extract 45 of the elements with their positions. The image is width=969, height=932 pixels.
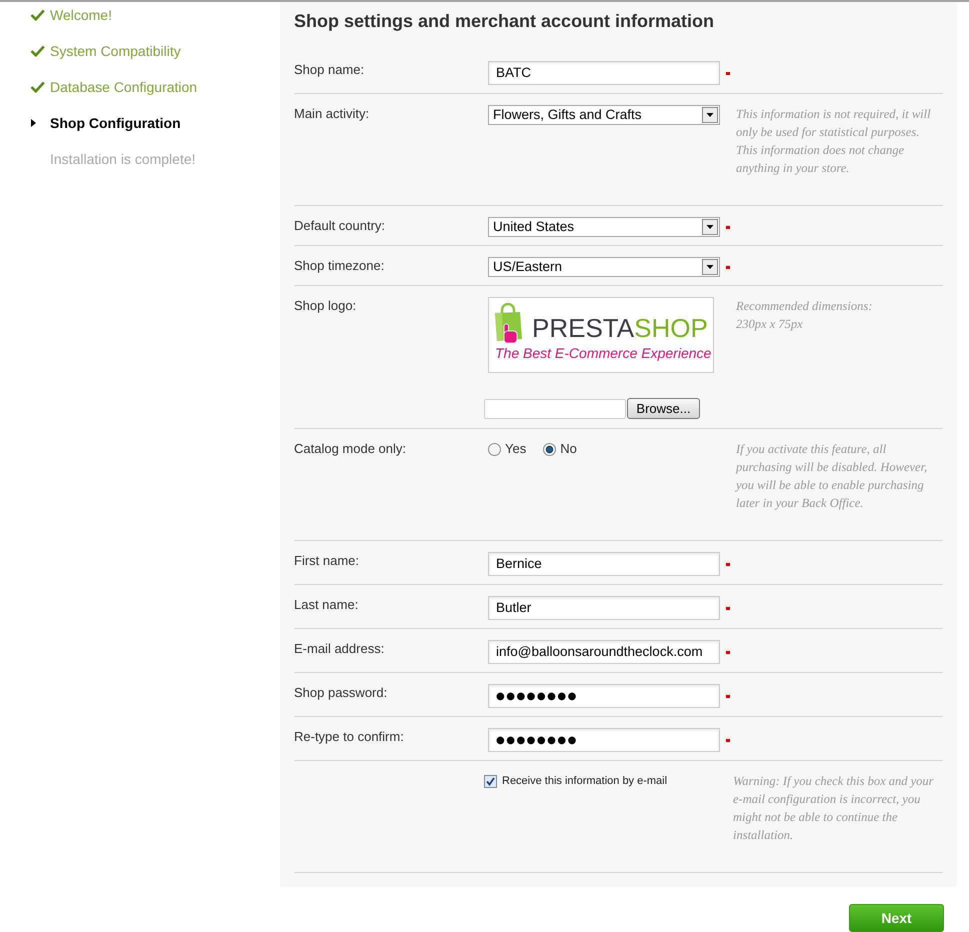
logo-tagline: The Best E-Commerce Experience: [495, 344, 712, 362]
browse-button[interactable]: Browse...: [627, 398, 700, 419]
field-label: Shop password:: [294, 684, 388, 702]
checkbox[interactable]: [484, 774, 497, 788]
logo-wordmark: PRESTASHOP: [532, 313, 708, 343]
step-label: Database Configuration: [50, 79, 198, 95]
text-field[interactable]: BATC: [488, 61, 720, 85]
dropdown-select[interactable]: US/Eastern: [488, 257, 720, 277]
radio-button[interactable]: [488, 442, 501, 456]
check-icon: [30, 45, 45, 57]
step-label: Shop Configuration: [50, 115, 181, 131]
radio-label[interactable]: No: [560, 440, 577, 458]
field-label: Catalog mode only:: [294, 440, 408, 458]
dropdown-select[interactable]: Flowers, Gifts and Crafts: [488, 105, 720, 125]
field-label: Re-type to confirm:: [294, 728, 405, 746]
text-field[interactable]: Butler: [488, 596, 720, 620]
text-field[interactable]: info@balloonsaroundtheclock.com: [488, 640, 720, 664]
field-label: Default country:: [294, 217, 386, 235]
check-icon: [30, 81, 45, 93]
checkbox-label[interactable]: Receive this information by e-mail: [502, 774, 668, 788]
field-label: Shop logo:: [294, 297, 358, 315]
shopping-bag-icon: [493, 303, 523, 344]
step-label: Installation is complete!: [50, 151, 196, 167]
help-note: If you activate this feature, all purchasing will be disabled. However, you will be able to enable purchasing later in your Back Office.: [736, 441, 928, 512]
radio-label[interactable]: Yes: [505, 440, 526, 458]
dropdown-select[interactable]: United States: [488, 217, 720, 237]
password-field[interactable]: ●●●●●●●●: [488, 684, 720, 708]
step-label: Welcome!: [50, 7, 112, 23]
caret-icon: [31, 119, 36, 127]
field-label: Last name:: [294, 596, 360, 614]
step-label: System Compatibility: [50, 43, 181, 59]
page-title: Shop settings and merchant account information: [294, 10, 716, 32]
help-note: Recommended dimensions: 230px x 75px: [736, 298, 874, 333]
help-note: Warning: If you check this box and your e-mail configuration is incorrect, you might not be able to continue the installation.: [733, 773, 935, 844]
check-icon: [30, 9, 45, 21]
help-note: This information is not required, it will only be used for statistical purposes. This information does not change anything in your store.: [736, 106, 932, 177]
field-label: Shop name:: [294, 61, 366, 79]
password-field[interactable]: ●●●●●●●●: [488, 728, 720, 752]
field-label: Main activity:: [294, 105, 370, 123]
radio-button[interactable]: [543, 442, 556, 456]
field-label: E-mail address:: [294, 640, 386, 658]
field-label: Shop timezone:: [294, 257, 386, 275]
text-field[interactable]: Bernice: [488, 552, 720, 576]
field-label: First name:: [294, 552, 360, 570]
file-path-field[interactable]: [484, 398, 626, 418]
